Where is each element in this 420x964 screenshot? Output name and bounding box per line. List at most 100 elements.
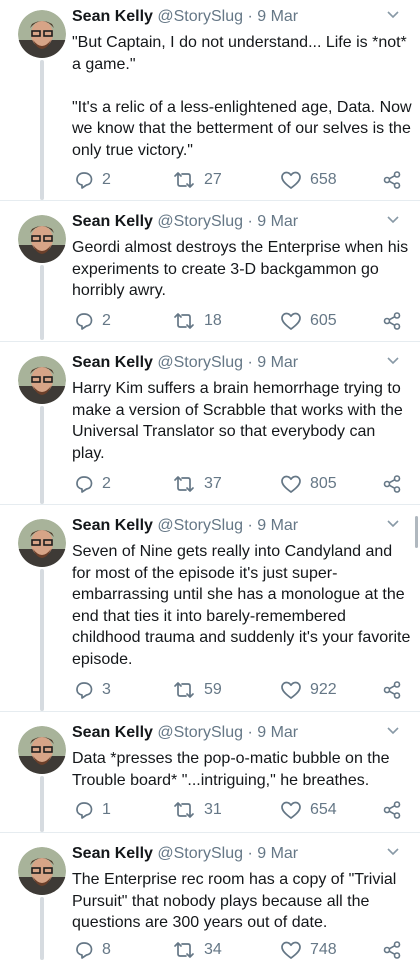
tweet-header: Sean Kelly @StorySlug · 9 Mar <box>72 845 298 863</box>
avatar[interactable] <box>18 215 66 263</box>
reply-button[interactable]: 2 <box>74 311 111 331</box>
avatar[interactable] <box>18 726 66 774</box>
share-icon <box>383 312 401 330</box>
reply-button[interactable]: 1 <box>74 800 111 820</box>
share-icon <box>383 941 401 959</box>
share-icon <box>383 171 401 189</box>
reply-icon <box>76 942 93 959</box>
like-button[interactable]: 605 <box>280 311 337 331</box>
like-button[interactable]: 805 <box>280 474 337 494</box>
tweet-header: Sean Kelly @StorySlug · 9 Mar <box>72 8 298 26</box>
author-name[interactable]: Sean Kelly <box>72 213 153 230</box>
tweet-text: "But Captain, I do not understand... Lif… <box>72 32 412 161</box>
reply-icon <box>76 172 93 189</box>
tweet[interactable]: Sean Kelly @StorySlug · 9 Mar "But Capta… <box>0 0 420 200</box>
tweet-header: Sean Kelly @StorySlug · 9 Mar <box>72 517 298 535</box>
retweet-button[interactable]: 27 <box>172 170 222 190</box>
tweet-paragraph: Harry Kim suffers a brain hemorrhage try… <box>72 380 403 462</box>
tweet-paragraph: The Enterprise rec room has a copy of "T… <box>72 871 397 931</box>
retweet-count: 18 <box>204 312 222 329</box>
heart-icon <box>281 941 301 959</box>
tweet[interactable]: Sean Kelly @StorySlug · 9 Mar Geordi alm… <box>0 205 420 340</box>
like-button[interactable]: 658 <box>280 170 337 190</box>
tweet[interactable]: Sean Kelly @StorySlug · 9 Mar Seven of N… <box>0 509 420 711</box>
reply-count: 1 <box>102 801 111 818</box>
like-button[interactable]: 922 <box>280 680 337 700</box>
tweet-actions: 1 31 654 <box>72 800 408 824</box>
avatar[interactable] <box>18 519 66 567</box>
author-handle[interactable]: @StorySlug <box>157 724 243 741</box>
share-button[interactable] <box>382 474 402 494</box>
tweet[interactable]: Sean Kelly @StorySlug · 9 Mar Data *pres… <box>0 716 420 832</box>
tweet[interactable]: Sean Kelly @StorySlug · 9 Mar The Enterp… <box>0 837 420 960</box>
author-name[interactable]: Sean Kelly <box>72 354 153 371</box>
divider <box>0 504 420 505</box>
reply-button[interactable]: 2 <box>74 170 111 190</box>
reply-button[interactable]: 8 <box>74 940 111 960</box>
author-name[interactable]: Sean Kelly <box>72 517 153 534</box>
chevron-down-icon[interactable] <box>386 519 400 529</box>
tweet-date[interactable]: 9 Mar <box>257 8 298 25</box>
retweet-icon <box>174 476 194 492</box>
chevron-down-icon[interactable] <box>386 726 400 736</box>
share-button[interactable] <box>382 800 402 820</box>
like-count: 654 <box>310 801 337 818</box>
like-count: 805 <box>310 475 337 492</box>
heart-icon <box>281 681 301 699</box>
separator-dot: · <box>247 517 253 534</box>
reply-button[interactable]: 3 <box>74 680 111 700</box>
divider <box>0 200 420 201</box>
author-handle[interactable]: @StorySlug <box>157 8 243 25</box>
share-button[interactable] <box>382 170 402 190</box>
separator-dot: · <box>247 724 253 741</box>
separator-dot: · <box>247 8 253 25</box>
retweet-icon <box>174 942 194 958</box>
tweet[interactable]: Sean Kelly @StorySlug · 9 Mar Harry Kim … <box>0 346 420 504</box>
retweet-count: 34 <box>204 941 222 958</box>
retweet-button[interactable]: 18 <box>172 311 222 331</box>
author-handle[interactable]: @StorySlug <box>157 517 243 534</box>
separator-dot: · <box>247 213 253 230</box>
tweet-header: Sean Kelly @StorySlug · 9 Mar <box>72 213 298 231</box>
author-handle[interactable]: @StorySlug <box>157 845 243 862</box>
tweet-date[interactable]: 9 Mar <box>257 354 298 371</box>
retweet-button[interactable]: 31 <box>172 800 222 820</box>
chevron-down-icon[interactable] <box>386 215 400 225</box>
chevron-down-icon[interactable] <box>386 847 400 857</box>
share-button[interactable] <box>382 940 402 960</box>
avatar[interactable] <box>18 356 66 404</box>
avatar[interactable] <box>18 847 66 895</box>
scrollbar-thumb[interactable] <box>415 516 418 548</box>
avatar[interactable] <box>18 10 66 58</box>
tweet-date[interactable]: 9 Mar <box>257 845 298 862</box>
chevron-down-icon[interactable] <box>386 10 400 20</box>
author-name[interactable]: Sean Kelly <box>72 8 153 25</box>
like-count: 658 <box>310 171 337 188</box>
retweet-button[interactable]: 37 <box>172 474 222 494</box>
reply-count: 2 <box>102 475 111 492</box>
tweet-date[interactable]: 9 Mar <box>257 724 298 741</box>
tweet-actions: 8 34 748 <box>72 940 408 964</box>
author-name[interactable]: Sean Kelly <box>72 724 153 741</box>
like-button[interactable]: 748 <box>280 940 337 960</box>
thread-line <box>40 406 44 504</box>
chevron-down-icon[interactable] <box>386 356 400 366</box>
tweet-date[interactable]: 9 Mar <box>257 213 298 230</box>
like-count: 922 <box>310 681 337 698</box>
retweet-button[interactable]: 59 <box>172 680 222 700</box>
divider <box>0 711 420 712</box>
author-handle[interactable]: @StorySlug <box>157 213 243 230</box>
retweet-button[interactable]: 34 <box>172 940 222 960</box>
tweet-paragraph: Geordi almost destroys the Enterprise wh… <box>72 239 409 299</box>
heart-icon <box>281 475 301 493</box>
share-button[interactable] <box>382 311 402 331</box>
like-button[interactable]: 654 <box>280 800 337 820</box>
author-name[interactable]: Sean Kelly <box>72 845 153 862</box>
reply-button[interactable]: 2 <box>74 474 111 494</box>
share-button[interactable] <box>382 680 402 700</box>
thread-line <box>40 897 44 960</box>
reply-icon <box>76 476 93 493</box>
author-handle[interactable]: @StorySlug <box>157 354 243 371</box>
tweet-date[interactable]: 9 Mar <box>257 517 298 534</box>
thread-line <box>40 776 44 832</box>
